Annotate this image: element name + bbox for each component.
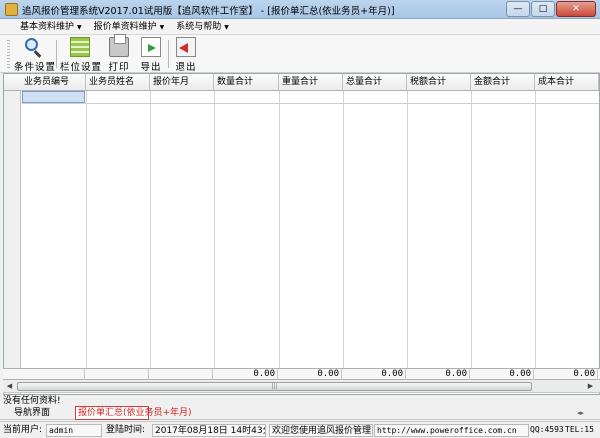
- totals-row: 0.00 0.00 0.00 0.00 0.00 0.00: [3, 368, 600, 380]
- column-header[interactable]: 业务员编号: [21, 74, 86, 91]
- total-cell: 0.00: [406, 369, 470, 380]
- total-cell: 0.00: [534, 369, 598, 380]
- button-label: 退出: [175, 62, 197, 73]
- login-time-label: 登陆时间:: [106, 425, 146, 435]
- export-icon: [141, 37, 161, 57]
- button-label: 打印: [108, 62, 130, 73]
- scroll-left-icon[interactable]: ◀: [4, 381, 15, 392]
- export-button[interactable]: 导出: [137, 37, 165, 73]
- chevron-down-icon: ▼: [224, 24, 229, 31]
- total-cell: [85, 369, 149, 380]
- total-cell: [149, 369, 213, 380]
- column-header[interactable]: 成本合计: [535, 74, 599, 91]
- user-value: admin: [46, 424, 102, 437]
- scroll-right-icon[interactable]: ▶: [585, 381, 596, 392]
- column-header[interactable]: 税额合计: [407, 74, 471, 91]
- selected-cell[interactable]: [22, 91, 85, 103]
- maximize-button[interactable]: □: [531, 1, 555, 17]
- menu-system-help[interactable]: 系统与帮助 ▼: [170, 19, 235, 34]
- data-grid[interactable]: 业务员编号 业务员姓名 报价年月 数量合计 重量合计 总量合计 税额合计 金额合…: [3, 73, 600, 395]
- minimize-button[interactable]: —: [506, 1, 530, 17]
- status-bar: 当前用户: admin 登陆时间: 2017年08月18日 14时43分57秒 …: [0, 421, 600, 438]
- column-settings-button[interactable]: 栏位设置: [60, 37, 103, 73]
- columns-icon: [70, 37, 90, 57]
- column-divider: [471, 91, 472, 374]
- total-cell: 0.00: [470, 369, 534, 380]
- close-button[interactable]: ✕: [556, 1, 596, 17]
- column-divider: [407, 91, 408, 374]
- tab-scroll-icon[interactable]: ◂▸: [577, 409, 584, 417]
- print-button[interactable]: 打印: [104, 34, 134, 73]
- toolbar-grip[interactable]: [7, 40, 10, 68]
- website-text: http://www.poweroffice.com.cn: [374, 424, 529, 437]
- total-cell: 0.00: [213, 369, 278, 380]
- menu-basic-data[interactable]: 基本资料维护 ▼: [14, 19, 88, 34]
- user-label: 当前用户:: [3, 425, 43, 435]
- button-label: 导出: [140, 62, 162, 73]
- column-header[interactable]: 报价年月: [150, 74, 214, 91]
- window-title: 追风报价管理系统V2017.01试用版【追风软件工作室】 - [报价单汇总(依业…: [22, 6, 395, 17]
- column-divider: [279, 91, 280, 374]
- menu-label: 系统与帮助: [176, 22, 222, 32]
- column-divider: [343, 91, 344, 374]
- column-header[interactable]: 业务员姓名: [86, 74, 150, 91]
- printer-icon: [109, 34, 129, 57]
- chevron-down-icon: ▼: [77, 24, 82, 31]
- exit-button[interactable]: 退出: [172, 37, 200, 73]
- chevron-down-icon: ▼: [159, 24, 165, 31]
- toolbar: 条件设置 栏位设置 打印 导出 退出: [0, 34, 600, 73]
- column-divider: [214, 91, 215, 374]
- window-controls: — □ ✕: [505, 1, 596, 17]
- column-divider: [535, 91, 536, 374]
- total-cell: 0.00: [278, 369, 342, 380]
- row-header-column: [4, 74, 21, 394]
- search-icon: [23, 37, 43, 58]
- tel-text: TEL:15: [565, 425, 594, 434]
- toolbar-separator: [168, 40, 169, 68]
- total-cell: 0.00: [342, 369, 406, 380]
- horizontal-scrollbar[interactable]: ◀ ||| ▶: [3, 380, 600, 393]
- qq-text: QQ:45931795: [530, 425, 564, 434]
- tab-bar: 导航界面 报价单汇总(依业务员+年月) ◂▸: [0, 406, 600, 420]
- tab-navigation[interactable]: 导航界面: [14, 406, 50, 420]
- table-row[interactable]: [22, 91, 599, 104]
- total-cell: [20, 369, 85, 380]
- scroll-thumb[interactable]: |||: [17, 382, 532, 391]
- menu-bar: 基本资料维护 ▼ 报价单资料维护 ▼ 系统与帮助 ▼: [0, 19, 600, 35]
- button-label: 条件设置: [14, 62, 57, 73]
- app-icon: [5, 3, 18, 16]
- tab-quote-summary[interactable]: 报价单汇总(依业务员+年月): [75, 406, 192, 420]
- column-header[interactable]: 重量合计: [279, 74, 343, 91]
- condition-settings-button[interactable]: 条件设置: [14, 37, 57, 73]
- column-header[interactable]: 总量合计: [343, 74, 407, 91]
- button-label: 栏位设置: [60, 62, 103, 73]
- exit-icon: [176, 37, 196, 57]
- login-time-value: 2017年08月18日 14时43分57秒: [152, 424, 266, 437]
- menu-quote-data[interactable]: 报价单资料维护 ▼: [88, 19, 171, 34]
- toolbar-separator: [56, 40, 57, 68]
- column-header[interactable]: 数量合计: [214, 74, 279, 91]
- title-bar: 追风报价管理系统V2017.01试用版【追风软件工作室】 - [报价单汇总(依业…: [0, 0, 600, 19]
- column-header[interactable]: 金额合计: [471, 74, 535, 91]
- grid-header: 业务员编号 业务员姓名 报价年月 数量合计 重量合计 总量合计 税额合计 金额合…: [4, 74, 599, 91]
- menu-label: 基本资料维护: [20, 22, 75, 32]
- column-divider: [150, 91, 151, 374]
- menu-label: 报价单资料维护: [93, 22, 157, 32]
- column-divider: [86, 91, 87, 374]
- welcome-text: 欢迎您使用追风报价管理系统: [269, 424, 373, 437]
